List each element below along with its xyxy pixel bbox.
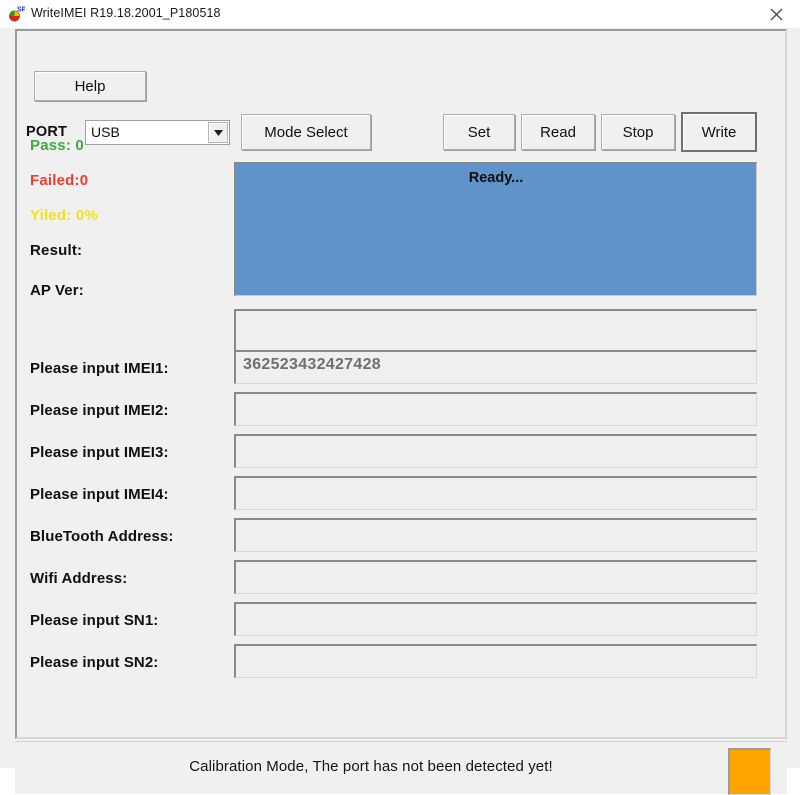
port-select[interactable]: USB [85, 120, 230, 145]
field-value-imei1: 362523432427428 [243, 356, 381, 373]
field-label-imei3: Please input IMEI3: [30, 444, 169, 461]
application-window: SP WriteIMEI R19.18.2001_P180518 Help PO… [0, 0, 800, 795]
status-indicator-lamp [728, 748, 771, 795]
failed-counter: Failed:0 [30, 172, 89, 189]
field-label-wifi: Wifi Address: [30, 570, 128, 587]
set-button[interactable]: Set [443, 114, 515, 150]
field-label-sn1: Please input SN1: [30, 612, 159, 629]
client-area: Help PORT USB Mode Select Set Read Stop … [0, 28, 800, 795]
mode-select-button[interactable]: Mode Select [241, 114, 371, 150]
field-input-imei3[interactable] [234, 434, 757, 468]
message-panel: Ready... [234, 162, 757, 296]
write-button[interactable]: Write [681, 112, 757, 152]
field-label-bluetooth: BlueTooth Address: [30, 528, 174, 545]
port-select-value: USB [91, 124, 120, 140]
field-input-wifi[interactable] [234, 560, 757, 594]
field-input-sn2[interactable] [234, 644, 757, 678]
field-input-imei4[interactable] [234, 476, 757, 510]
field-label-imei1: Please input IMEI1: [30, 360, 169, 377]
read-button[interactable]: Read [521, 114, 595, 150]
field-label-imei4: Please input IMEI4: [30, 486, 169, 503]
status-message: Calibration Mode, The port has not been … [189, 758, 553, 775]
message-text: Ready... [468, 170, 524, 186]
result-label: Result: [30, 242, 83, 259]
field-input-bluetooth[interactable] [234, 518, 757, 552]
field-label-imei2: Please input IMEI2: [30, 402, 169, 419]
svg-text:SP: SP [17, 7, 25, 14]
pass-counter: Pass: 0 [30, 137, 84, 154]
yield-counter: Yiled: 0% [30, 207, 98, 224]
field-input-sn1[interactable] [234, 602, 757, 636]
field-label-sn2: Please input SN2: [30, 654, 159, 671]
stop-button[interactable]: Stop [601, 114, 675, 150]
window-title: WriteIMEI R19.18.2001_P180518 [31, 6, 221, 20]
field-input-imei1[interactable]: 362523432427428 [234, 350, 757, 384]
title-bar: SP WriteIMEI R19.18.2001_P180518 [0, 0, 800, 29]
help-button[interactable]: Help [34, 71, 146, 101]
field-label-ap-ver: AP Ver: [30, 282, 84, 299]
app-ball-icon: SP [7, 5, 27, 23]
chevron-down-icon[interactable] [208, 122, 228, 143]
close-icon[interactable] [754, 0, 800, 27]
field-input-imei2[interactable] [234, 392, 757, 426]
